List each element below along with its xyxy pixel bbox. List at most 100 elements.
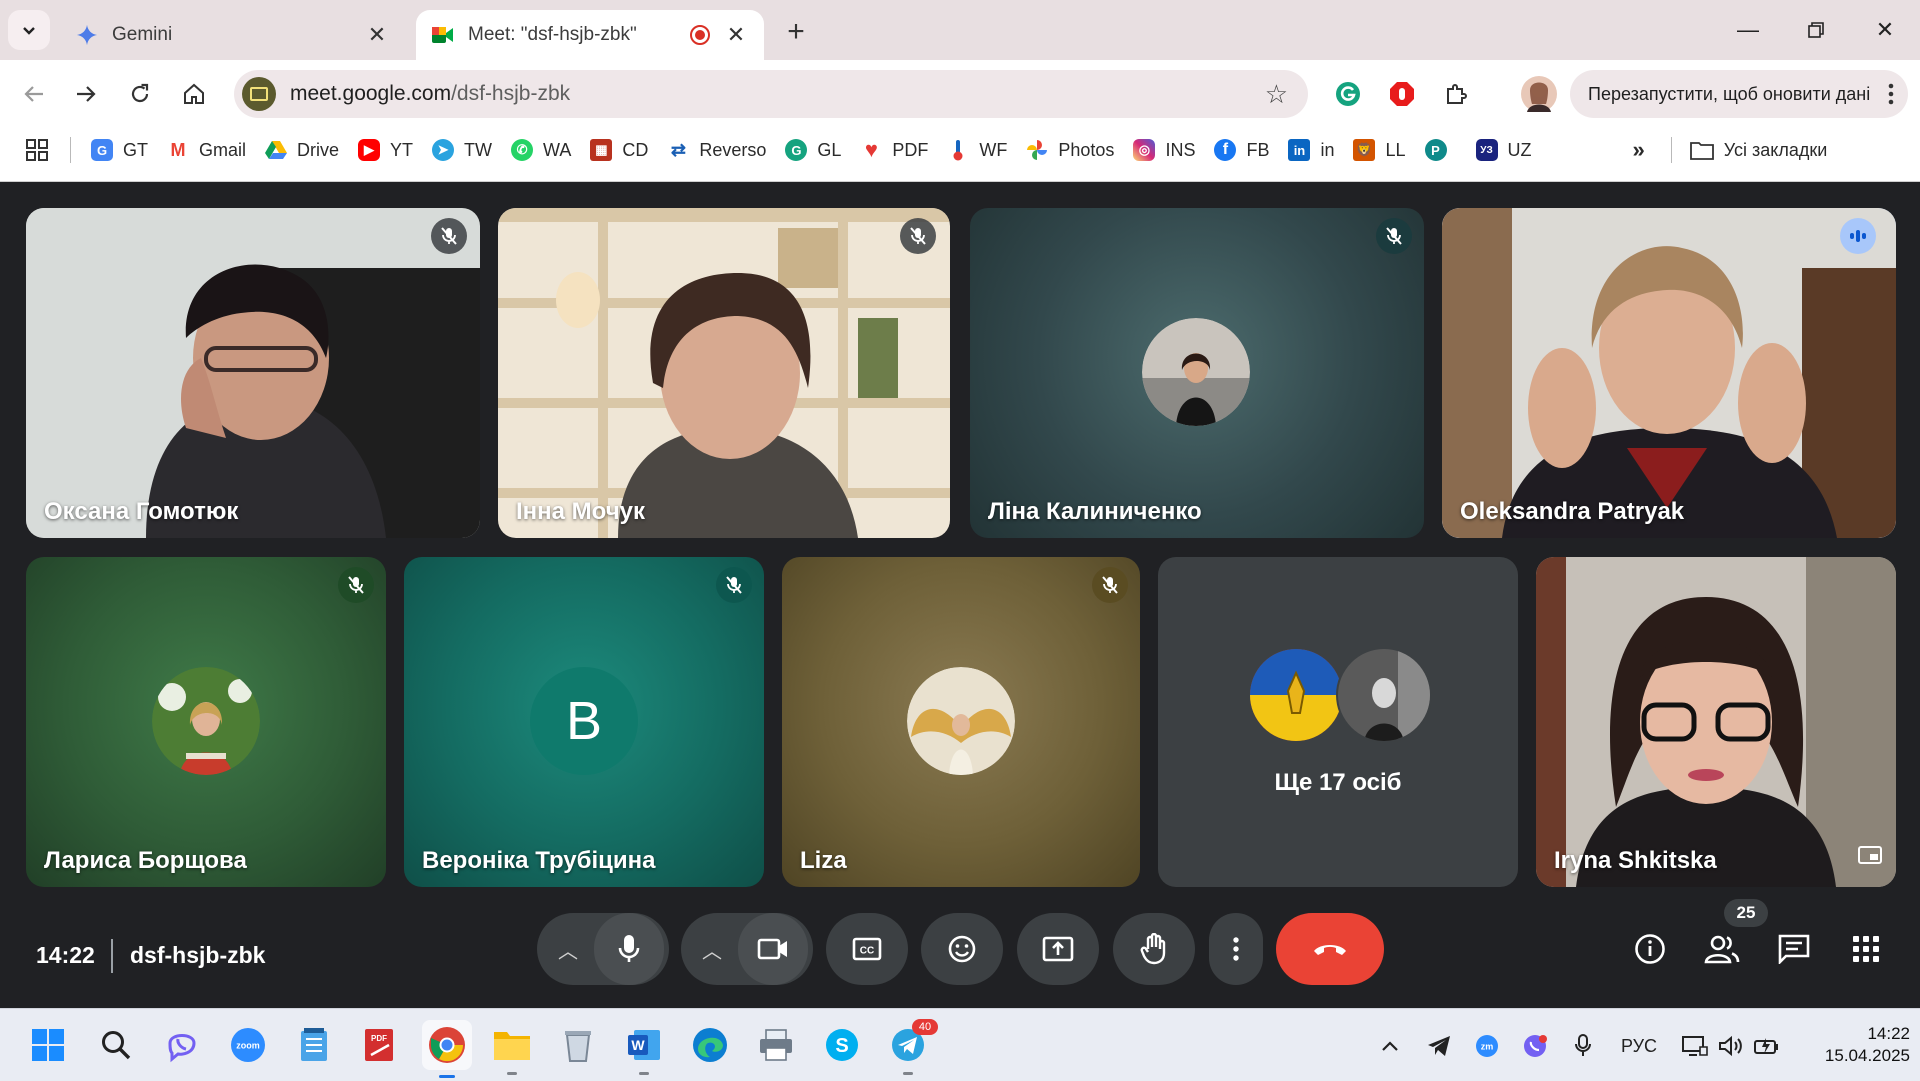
end-call-icon [1314, 945, 1346, 955]
chevron-double-right-icon[interactable]: » [1633, 137, 1645, 163]
telegram-tray-icon[interactable] [1424, 1031, 1454, 1061]
microphone-tray-icon[interactable] [1568, 1031, 1598, 1061]
bookmark-gmail[interactable]: M Gmail [167, 134, 246, 166]
bookmark-pinterest[interactable]: P [1424, 134, 1457, 166]
back-button[interactable] [14, 74, 54, 114]
bookmark-drive[interactable]: Drive [265, 134, 339, 166]
bookmark-ll[interactable]: 🦁 LL [1353, 134, 1406, 166]
close-icon[interactable]: ✕ [724, 22, 748, 47]
chat-button[interactable] [1772, 927, 1816, 971]
notepad-taskbar-icon[interactable] [292, 1023, 336, 1067]
restore-button[interactable] [1791, 10, 1841, 50]
participant-tile[interactable]: Iryna Shkitska [1536, 557, 1896, 887]
profile-avatar[interactable] [1517, 72, 1561, 116]
present-screen-button[interactable] [1017, 913, 1099, 985]
printer-taskbar-icon[interactable] [754, 1023, 798, 1067]
skype-taskbar-icon[interactable]: S [820, 1023, 864, 1067]
participant-tile[interactable]: Оксана Гомотюк [26, 208, 480, 538]
home-button[interactable] [174, 74, 214, 114]
leave-call-button[interactable] [1276, 913, 1384, 985]
video-settings-chevron-icon[interactable]: ︿ [686, 935, 738, 964]
participant-tile[interactable]: Лариса Борщова [26, 557, 386, 887]
lingualeo-icon: 🦁 [1353, 139, 1376, 161]
bookmark-ins[interactable]: ◎ INS [1133, 134, 1195, 166]
windows-taskbar: zoom PDF W S 40 zm РУС 14:22 15.04.2025 [0, 1008, 1920, 1081]
meeting-details-button[interactable] [1628, 927, 1672, 971]
participant-tile[interactable]: Liza [782, 557, 1140, 887]
bookmark-uz[interactable]: УЗ UZ [1475, 134, 1532, 166]
edge-taskbar-icon[interactable] [688, 1023, 732, 1067]
site-info-icon[interactable] [242, 77, 276, 111]
bookmark-photos[interactable]: Photos [1026, 134, 1114, 166]
minimize-button[interactable]: — [1723, 10, 1773, 50]
tab-meet[interactable]: Meet: "dsf-hsjb-zbk" ✕ [416, 10, 764, 60]
tab-search-button[interactable] [8, 10, 50, 50]
participant-tile[interactable]: Ліна Калиниченко [970, 208, 1424, 538]
bookmark-cd[interactable]: ▦ CD [590, 134, 648, 166]
volume-icon[interactable] [1716, 1031, 1746, 1061]
battery-icon[interactable] [1752, 1031, 1782, 1061]
bookmark-gt[interactable]: G GT [91, 134, 148, 166]
more-options-button[interactable] [1209, 913, 1263, 985]
grammarly-extension-icon[interactable] [1328, 74, 1368, 114]
input-language[interactable]: РУС [1614, 1031, 1664, 1061]
present-screen-icon [1042, 936, 1074, 962]
relaunch-update-button[interactable]: Перезапустити, щоб оновити дані [1570, 70, 1908, 118]
pip-icon[interactable] [1858, 846, 1882, 869]
address-bar[interactable]: meet.google.com/dsf-hsjb-zbk ☆ [234, 70, 1308, 118]
all-bookmarks-folder[interactable]: Усі закладки [1689, 134, 1827, 166]
show-hidden-icons-chevron-icon[interactable] [1378, 1031, 1402, 1061]
activities-button[interactable] [1844, 927, 1888, 971]
pdf-editor-taskbar-icon[interactable]: PDF [358, 1023, 402, 1067]
audio-settings-chevron-icon[interactable]: ︿ [542, 935, 594, 964]
captions-button[interactable]: CC [826, 913, 908, 985]
star-icon[interactable]: ☆ [1265, 79, 1288, 110]
apps-grid-icon[interactable] [26, 139, 48, 161]
adblock-extension-icon[interactable] [1382, 74, 1422, 114]
url-text[interactable]: meet.google.com/dsf-hsjb-zbk [290, 82, 1265, 106]
participant-tile[interactable]: Інна Мочук [498, 208, 950, 538]
network-icon[interactable] [1680, 1031, 1710, 1061]
chrome-taskbar-icon[interactable] [422, 1020, 472, 1078]
raise-hand-button[interactable] [1113, 913, 1195, 985]
bookmark-wa[interactable]: ✆ WA [511, 134, 571, 166]
bookmark-tw[interactable]: ➤ TW [432, 134, 492, 166]
participant-tile[interactable]: B Вероніка Трубіцина [404, 557, 764, 887]
bookmark-gl[interactable]: G GL [785, 134, 841, 166]
microphone-button[interactable] [594, 913, 664, 985]
bookmark-pdf[interactable]: ♥ PDF [860, 134, 929, 166]
reactions-button[interactable] [921, 913, 1003, 985]
people-button[interactable] [1700, 927, 1744, 971]
system-clock[interactable]: 14:22 15.04.2025 [1790, 1023, 1910, 1067]
tab-gemini[interactable]: Gemini ✕ [60, 10, 405, 60]
participant-tile-speaking[interactable]: Oleksandra Patryak [1442, 208, 1896, 538]
telegram-taskbar-icon[interactable]: 40 [886, 1019, 938, 1075]
more-vert-icon[interactable] [1888, 83, 1894, 105]
bookmark-yt[interactable]: ▶ YT [358, 134, 413, 166]
reload-icon [131, 83, 149, 103]
recycle-taskbar-icon[interactable] [556, 1023, 600, 1067]
search-button[interactable] [94, 1023, 138, 1067]
file-explorer-taskbar-icon[interactable] [490, 1023, 534, 1075]
close-icon[interactable]: ✕ [365, 22, 389, 47]
search-icon [102, 1031, 131, 1060]
new-tab-button[interactable]: + [778, 14, 814, 50]
others-tile[interactable]: Ще 17 осіб [1158, 557, 1518, 887]
bookmark-reverso[interactable]: ⇄ Reverso [667, 134, 767, 166]
extensions-puzzle-icon[interactable] [1436, 74, 1476, 114]
bookmark-label: GL [817, 139, 842, 160]
emoji-icon [948, 935, 976, 963]
forward-button[interactable] [66, 74, 106, 114]
camera-button[interactable] [738, 913, 808, 985]
close-window-button[interactable]: ✕ [1860, 10, 1910, 50]
word-taskbar-icon[interactable]: W [622, 1023, 666, 1075]
bookmark-wf[interactable]: WF [947, 134, 1007, 166]
viber-tray-icon[interactable] [1520, 1031, 1550, 1061]
zoom-tray-icon[interactable]: zm [1472, 1031, 1502, 1061]
bookmark-fb[interactable]: f FB [1214, 134, 1269, 166]
zoom-taskbar-icon[interactable]: zoom [226, 1023, 270, 1067]
viber-taskbar-icon[interactable] [160, 1023, 204, 1067]
reload-button[interactable] [120, 74, 160, 114]
start-button[interactable] [26, 1023, 70, 1067]
bookmark-in[interactable]: in in [1288, 134, 1334, 166]
